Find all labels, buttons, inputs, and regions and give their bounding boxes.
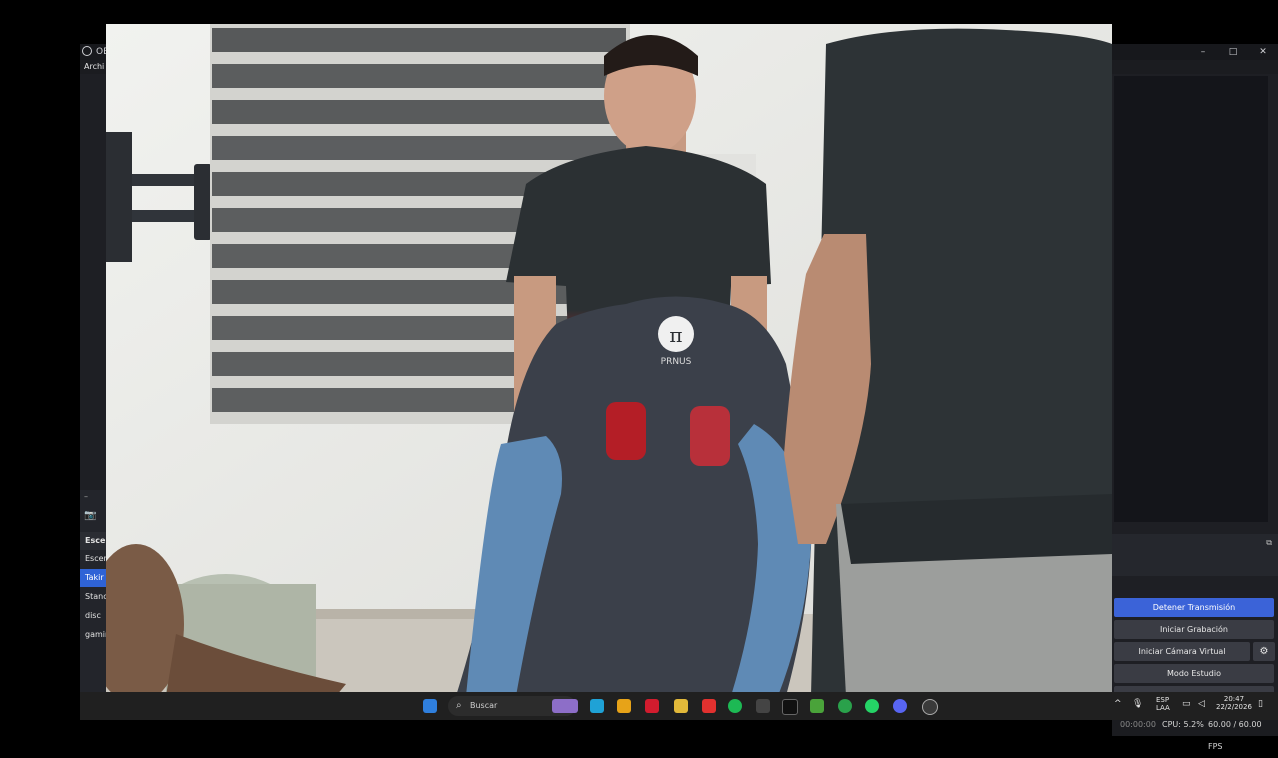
controls-dock-header: ⧉ [1112, 534, 1278, 576]
obs-preview-area [1114, 76, 1268, 522]
dock-float-icon[interactable]: ⧉ [1266, 538, 1272, 548]
stop-stream-button[interactable]: Detener Transmisión [1114, 598, 1274, 617]
maximize-button[interactable]: □ [1220, 44, 1246, 60]
tiktok-icon[interactable] [782, 699, 798, 715]
gear-icon[interactable]: ⚙ [1253, 642, 1275, 661]
scene-item-active[interactable]: Takir [80, 569, 106, 587]
xbox-icon[interactable] [838, 699, 852, 713]
epic-games-icon[interactable] [756, 699, 770, 713]
search-icon: ⌕ [456, 700, 462, 711]
obs-logo-icon [82, 46, 92, 56]
studio-mode-button[interactable]: Modo Estudio [1114, 664, 1274, 683]
language-indicator[interactable]: ESP LAA [1156, 696, 1170, 712]
opera-icon[interactable] [645, 699, 659, 713]
obs-icon[interactable] [922, 699, 938, 715]
scene-item[interactable]: Stanc [80, 588, 106, 606]
menu-archivo[interactable]: Archi [84, 60, 104, 74]
clock[interactable]: 20:47 22/2/2026 [1216, 695, 1252, 711]
scenes-dock: – 📷 Escen Escen Takir Stanc disc gamin +… [80, 490, 106, 720]
notifications-icon[interactable]: ▯ [1258, 699, 1263, 710]
camera-icon[interactable]: 📷 [80, 510, 106, 526]
discord-icon[interactable] [893, 699, 907, 713]
edge-icon[interactable] [590, 699, 604, 713]
dock-minimize-icon[interactable]: – [80, 490, 106, 504]
minecraft-icon[interactable] [810, 699, 824, 713]
spotify-icon[interactable] [728, 699, 742, 713]
scene-item[interactable]: Escen [80, 550, 106, 568]
webcam-image: π PRNUS [106, 24, 1112, 696]
tray-chevron-icon[interactable]: ^ [1114, 699, 1122, 710]
chair-brand: PRNUS [661, 357, 692, 367]
person-foreground [784, 28, 1112, 696]
chrome-icon[interactable] [617, 699, 631, 713]
fps-readout: 60.00 / 60.00 FPS [1208, 720, 1262, 751]
volume-icon[interactable]: ◁ [1198, 699, 1205, 710]
network-icon[interactable]: ▭ [1182, 699, 1191, 710]
microphone-icon[interactable]: 🎙 [1132, 699, 1143, 710]
scene-item[interactable]: disc [80, 607, 106, 625]
chair-logo: π [669, 323, 682, 347]
close-button[interactable]: ✕ [1250, 44, 1276, 60]
scene-item[interactable]: gamin [80, 626, 106, 644]
app-red-icon[interactable] [702, 699, 716, 713]
widgets-icon[interactable] [552, 699, 578, 713]
windows-taskbar: ⌕ Buscar ^ 🎙 ESP LAA ▭ ◁ 20:47 22/2/2026… [80, 692, 1278, 720]
file-explorer-icon[interactable] [674, 699, 688, 713]
scenes-header: Escen [80, 532, 106, 550]
start-recording-button[interactable]: Iniciar Grabación [1114, 620, 1274, 639]
windows-start-icon[interactable] [423, 699, 437, 713]
virtual-camera-button[interactable]: Iniciar Cámara Virtual [1114, 642, 1250, 661]
whatsapp-icon[interactable] [865, 699, 879, 713]
minimize-button[interactable]: – [1190, 44, 1216, 60]
webcam-feed: π PRNUS [106, 24, 1112, 696]
